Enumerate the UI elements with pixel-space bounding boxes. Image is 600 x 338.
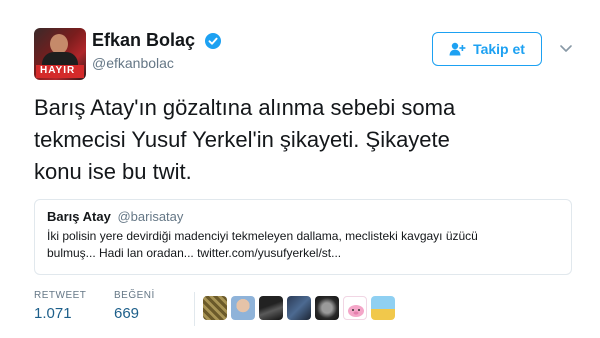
tweet-text-line: Barış Atay'ın gözaltına alınma sebebi so… (34, 95, 456, 120)
liker-avatar[interactable] (343, 296, 367, 320)
author-handle[interactable]: @efkanbolac (92, 55, 221, 71)
follow-button[interactable]: Takip et (432, 32, 542, 66)
chevron-down-icon[interactable] (558, 40, 574, 56)
liker-avatar[interactable] (231, 296, 255, 320)
author-info: Efkan Bolaç @efkanbolac (92, 30, 221, 71)
follow-button-label: Takip et (473, 41, 525, 57)
liker-avatar[interactable] (287, 296, 311, 320)
avatar-banner-text: HAYIR (40, 65, 76, 76)
tweet-text-line: konu ise bu twit. (34, 159, 192, 184)
quoted-text-line: İki polisin yere devirdiği madenciyi tek… (47, 229, 478, 243)
likes-label: BEĞENİ (114, 290, 155, 301)
author-display-name[interactable]: Efkan Bolaç (92, 30, 195, 51)
tweet-text: Barış Atay'ın gözaltına alınma sebebi so… (34, 92, 574, 188)
likes-count: 669 (114, 305, 140, 322)
retweet-label: RETWEET (34, 290, 87, 301)
liker-avatar[interactable] (259, 296, 283, 320)
pig-icon (348, 305, 364, 317)
avatar[interactable]: HAYIR (34, 28, 86, 80)
liker-avatar[interactable] (203, 296, 227, 320)
liker-avatar[interactable] (315, 296, 339, 320)
tweet-header: HAYIR Efkan Bolaç @efkanbolac Takip et (34, 28, 594, 84)
liker-avatar[interactable] (371, 296, 395, 320)
quoted-author-name: Barış Atay (47, 209, 111, 224)
add-user-icon (449, 42, 466, 56)
stats-divider (194, 292, 195, 326)
tweet-text-line: tekmecisi Yusuf Yerkel'in şikayeti. Şika… (34, 127, 450, 152)
quoted-author-handle: @barisatay (117, 209, 184, 224)
verified-badge-icon (204, 32, 221, 49)
likes-stat[interactable]: BEĞENİ 669 (114, 290, 155, 322)
quoted-text-line: bulmuş... Hadi lan oradan... twitter.com… (47, 246, 342, 260)
retweet-count: 1.071 (34, 305, 72, 322)
retweet-stat[interactable]: RETWEET 1.071 (34, 290, 86, 322)
quoted-tweet[interactable]: Barış Atay @barisatay İki polisin yere d… (34, 199, 572, 275)
